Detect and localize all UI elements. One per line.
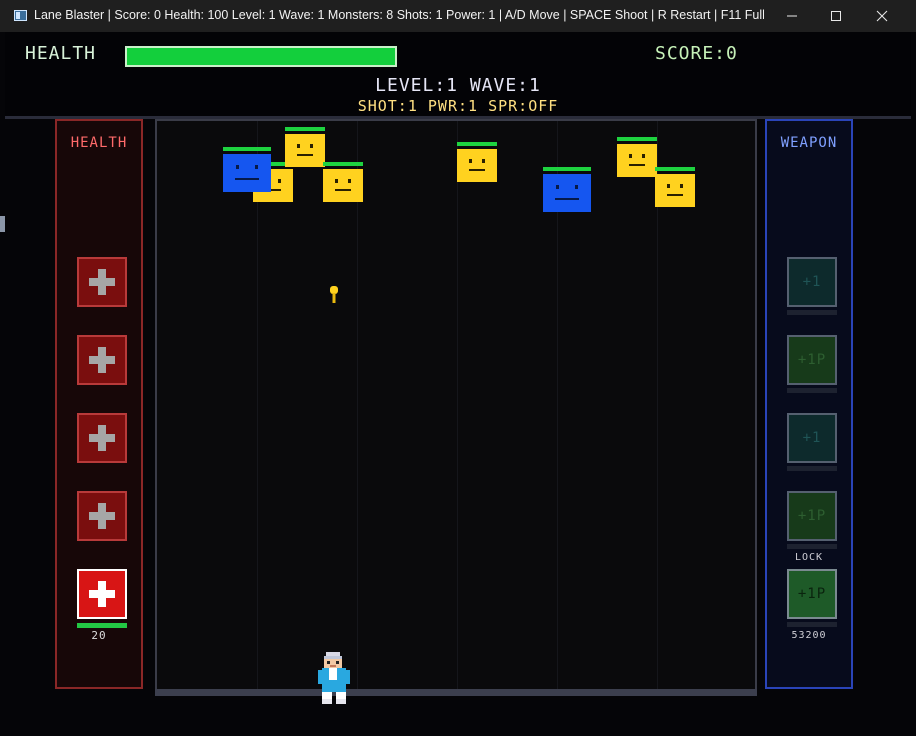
game-arena: [155, 119, 757, 696]
monster-hp-bar: [655, 167, 695, 171]
monster-hp-bar: [543, 167, 591, 171]
health-pickup-value: 20: [91, 629, 107, 642]
weapon-slot-note: LOCK: [794, 552, 824, 563]
hud-health-fill: [127, 48, 395, 65]
weapon-slot-1: +1: [787, 257, 837, 307]
monster-mouth: [235, 178, 259, 180]
monster-eye: [335, 179, 338, 183]
monster-eye: [680, 184, 683, 188]
edge-resize-handle[interactable]: [0, 216, 5, 232]
monster-eye: [642, 154, 645, 158]
monster-hp-bar: [617, 137, 657, 141]
plus-icon: [89, 269, 115, 295]
weapon-slot-bar: [787, 622, 837, 627]
minimize-icon: [787, 15, 797, 17]
health-panel: HEALTH 20: [55, 119, 143, 689]
weapon-slot-bar: [787, 466, 837, 471]
monster-body: [543, 174, 591, 212]
health-slot-1: [77, 257, 127, 307]
hud-health-bar: [125, 46, 397, 67]
monster-body: [457, 149, 497, 182]
monster-body: [617, 144, 657, 177]
monster-eye: [278, 179, 281, 183]
monster-hp-bar: [223, 147, 271, 151]
player-bullet: [330, 286, 338, 303]
close-icon: [876, 10, 888, 22]
monster-eye: [310, 144, 313, 148]
weapon-slot-4: +1P: [787, 491, 837, 541]
monster-mouth: [555, 198, 579, 200]
plus-icon: [89, 581, 115, 607]
minimize-button[interactable]: [770, 0, 814, 32]
weapon-panel: WEAPON +1 +1P +1 +1P LOCK +1P 53200: [765, 119, 853, 689]
weapon-slot-note: 53200: [791, 630, 827, 641]
monster-eye: [629, 154, 632, 158]
monster-hp-bar: [323, 162, 363, 166]
monster-eye: [255, 165, 258, 169]
monster-eye: [482, 159, 485, 163]
health-panel-title: HEALTH: [70, 135, 128, 151]
monster-mouth: [335, 189, 351, 191]
monster-hp-bar: [457, 142, 497, 146]
lane-divider: [357, 121, 358, 691]
monster-body: [223, 154, 271, 192]
lane-divider: [457, 121, 458, 691]
health-slot-2: [77, 335, 127, 385]
monster-eye: [469, 159, 472, 163]
hud: HEALTH SCORE:0 LEVEL:1 WAVE:1 SHOT:1 PWR…: [5, 32, 911, 119]
app-icon: [14, 10, 27, 21]
arena-floor: [155, 689, 757, 696]
lane-divider: [257, 121, 258, 691]
hud-score: SCORE:0: [655, 43, 738, 64]
monster-eye: [236, 165, 239, 169]
title-bar[interactable]: Lane Blaster | Score: 0 Health: 100 Leve…: [0, 0, 916, 32]
maximize-button[interactable]: [814, 0, 858, 32]
monster-eye: [556, 185, 559, 189]
weapon-slot-bar: [787, 544, 837, 549]
monster-body: [285, 134, 325, 167]
hud-health-label: HEALTH: [25, 43, 97, 64]
monster-eye: [297, 144, 300, 148]
monster-hp-bar: [285, 127, 325, 131]
monster-body: [323, 169, 363, 202]
monster-mouth: [629, 164, 645, 166]
weapon-slot-2: +1P: [787, 335, 837, 385]
monster-eye: [348, 179, 351, 183]
weapon-slot-bar: [787, 310, 837, 315]
weapon-slot-5: +1P: [787, 569, 837, 619]
hud-shot-stats: SHOT:1 PWR:1 SPR:OFF: [357, 97, 559, 115]
plus-icon: [89, 425, 115, 451]
weapon-slot-bar: [787, 388, 837, 393]
health-slot-5: [77, 569, 127, 619]
health-slot-3: [77, 413, 127, 463]
health-slot-4: [77, 491, 127, 541]
hud-level-wave: LEVEL:1 WAVE:1: [375, 75, 541, 96]
monster-eye: [667, 184, 670, 188]
monster-eye: [575, 185, 578, 189]
weapon-panel-title: WEAPON: [780, 135, 838, 151]
plus-icon: [89, 347, 115, 373]
maximize-icon: [831, 11, 841, 21]
plus-icon: [89, 503, 115, 529]
health-pickup-bar: [77, 623, 127, 628]
weapon-slot-3: +1: [787, 413, 837, 463]
close-button[interactable]: [860, 0, 904, 32]
monster-mouth: [469, 169, 485, 171]
player-character[interactable]: [318, 652, 350, 704]
monster-body: [655, 174, 695, 207]
monster-mouth: [297, 154, 313, 156]
window-title: Lane Blaster | Score: 0 Health: 100 Leve…: [34, 8, 764, 22]
game-window: Lane Blaster | Score: 0 Health: 100 Leve…: [0, 0, 916, 736]
monster-mouth: [667, 194, 683, 196]
